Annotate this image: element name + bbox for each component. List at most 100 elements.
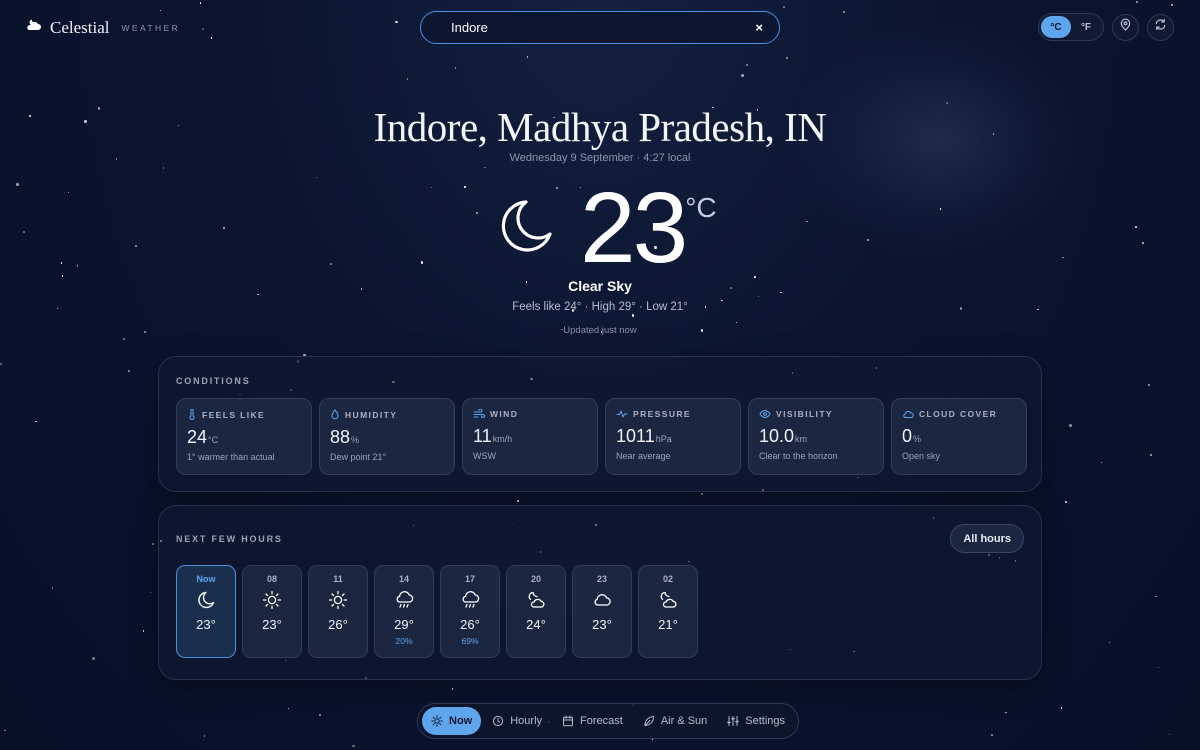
condition-card-cloud-cover[interactable]: CLOUD COVER 0% Open sky bbox=[891, 398, 1027, 475]
search-input[interactable] bbox=[451, 20, 756, 35]
card-value: 11km/h bbox=[473, 426, 587, 447]
condition-card-feels-like[interactable]: FEELS LIKE 24°C 1° warmer than actual bbox=[176, 398, 312, 475]
card-label: HUMIDITY bbox=[345, 409, 398, 420]
star bbox=[1060, 707, 1063, 709]
star bbox=[1170, 3, 1174, 7]
star bbox=[1155, 595, 1157, 598]
card-header: VISIBILITY bbox=[759, 409, 873, 419]
star bbox=[451, 688, 454, 690]
star bbox=[1005, 711, 1007, 714]
star bbox=[517, 500, 519, 502]
hour-temperature: 23° bbox=[196, 617, 216, 632]
hour-card[interactable]: 14 29° 20% bbox=[374, 565, 434, 658]
hour-card[interactable]: 02 21° bbox=[638, 565, 698, 658]
card-header: HUMIDITY bbox=[330, 409, 444, 420]
star bbox=[866, 238, 870, 242]
condition-card-visibility[interactable]: VISIBILITY 10.0km Clear to the horizon bbox=[748, 398, 884, 475]
location-title: Indore, Madhya Pradesh, IN bbox=[373, 104, 827, 150]
star bbox=[203, 735, 206, 737]
nav-now[interactable]: Now bbox=[422, 707, 482, 735]
leaf-icon bbox=[643, 715, 655, 727]
temperature-summary: Feels like 24° · High 29° · Low 21° bbox=[512, 301, 688, 313]
star bbox=[782, 5, 786, 9]
hour-card[interactable]: 08 23° bbox=[242, 565, 302, 658]
star bbox=[939, 208, 942, 210]
star bbox=[210, 37, 213, 39]
hour-card[interactable]: 20 24° bbox=[506, 565, 566, 658]
brand-name: Celestial bbox=[50, 17, 110, 37]
hourly-panel: NEXT FEW HOURS All hours Now 23° 08 23° … bbox=[158, 505, 1042, 680]
rain-icon bbox=[459, 588, 481, 612]
pulse-icon bbox=[616, 409, 628, 419]
star bbox=[1069, 424, 1072, 427]
brand[interactable]: Celestial WEATHER bbox=[26, 17, 180, 38]
hour-time: 02 bbox=[662, 574, 673, 584]
hour-time: Now bbox=[196, 574, 216, 584]
star bbox=[1136, 1, 1138, 3]
card-value-number: 0 bbox=[902, 426, 913, 446]
condition-card-humidity[interactable]: HUMIDITY 88% Dew point 21° bbox=[319, 398, 455, 475]
unit-celsius-button[interactable]: °C bbox=[1041, 16, 1071, 38]
star bbox=[315, 176, 318, 179]
star bbox=[318, 713, 322, 716]
card-value: 24°C bbox=[187, 427, 301, 448]
nav-hourly[interactable]: Hourly bbox=[483, 707, 551, 735]
star bbox=[92, 657, 95, 660]
card-note: Open sky bbox=[902, 451, 941, 461]
hour-card[interactable]: 23 23° bbox=[572, 565, 632, 658]
card-value: 88% bbox=[330, 427, 444, 448]
star bbox=[51, 587, 54, 589]
nav-settings[interactable]: Settings bbox=[718, 707, 794, 735]
clear-search-icon[interactable]: × bbox=[755, 20, 763, 35]
header-controls: °C °F bbox=[1038, 13, 1174, 41]
current-temperature: 23 bbox=[580, 172, 688, 284]
card-header: WIND bbox=[473, 409, 587, 419]
hour-card[interactable]: 17 26° 69% bbox=[440, 565, 500, 658]
precipitation-chance: 69% bbox=[461, 636, 479, 646]
hour-temperature: 24° bbox=[526, 617, 546, 632]
star bbox=[454, 67, 457, 69]
hour-temperature: 23° bbox=[592, 617, 612, 632]
unit-toggle[interactable]: °C °F bbox=[1038, 13, 1104, 41]
local-datetime: Wednesday 9 September · 4:27 local bbox=[509, 152, 691, 164]
hourly-list: Now 23° 08 23° 11 26° 14 29° 20% 17 26° … bbox=[176, 565, 698, 658]
star bbox=[1142, 242, 1144, 244]
card-value-unit: % bbox=[351, 435, 360, 445]
condition-card-wind[interactable]: WIND 11km/h WSW bbox=[462, 398, 598, 475]
unit-fahrenheit-button[interactable]: °F bbox=[1071, 16, 1101, 38]
current-temp-row: 23 °C bbox=[496, 178, 717, 278]
star bbox=[134, 244, 138, 248]
refresh-button[interactable] bbox=[1147, 13, 1174, 41]
refresh-icon bbox=[1154, 18, 1167, 36]
cloud-moon-logo-icon bbox=[26, 17, 42, 38]
condition-card-pressure[interactable]: PRESSURE 1011hPa Near average bbox=[605, 398, 741, 475]
card-header: FEELS LIKE bbox=[187, 409, 301, 420]
star bbox=[735, 321, 738, 324]
card-label: FEELS LIKE bbox=[202, 409, 266, 420]
nav-forecast[interactable]: Forecast bbox=[553, 707, 632, 735]
hour-time: 20 bbox=[530, 574, 541, 584]
location-button[interactable] bbox=[1112, 13, 1139, 41]
search-bar[interactable]: × bbox=[420, 11, 780, 44]
nav-label: Now bbox=[449, 715, 473, 727]
conditions-panel: CONDITIONS FEELS LIKE 24°C 1° warmer tha… bbox=[158, 356, 1042, 492]
hour-card[interactable]: Now 23° bbox=[176, 565, 236, 658]
star bbox=[123, 338, 125, 340]
star bbox=[352, 744, 355, 748]
card-header: CLOUD COVER bbox=[902, 409, 1016, 419]
star bbox=[406, 78, 409, 80]
nav-air-sun[interactable]: Air & Sun bbox=[634, 707, 716, 735]
star bbox=[526, 56, 529, 58]
card-label: WIND bbox=[490, 409, 519, 419]
star bbox=[757, 295, 760, 298]
star bbox=[287, 707, 290, 710]
eye-icon bbox=[759, 409, 771, 419]
star bbox=[475, 211, 479, 215]
conditions-title: CONDITIONS bbox=[176, 376, 251, 386]
thermometer-icon bbox=[187, 409, 197, 420]
hour-temperature: 29° bbox=[394, 617, 414, 632]
all-hours-button[interactable]: All hours bbox=[950, 524, 1024, 553]
star bbox=[4, 729, 6, 732]
hour-card[interactable]: 11 26° bbox=[308, 565, 368, 658]
star bbox=[1135, 226, 1137, 228]
